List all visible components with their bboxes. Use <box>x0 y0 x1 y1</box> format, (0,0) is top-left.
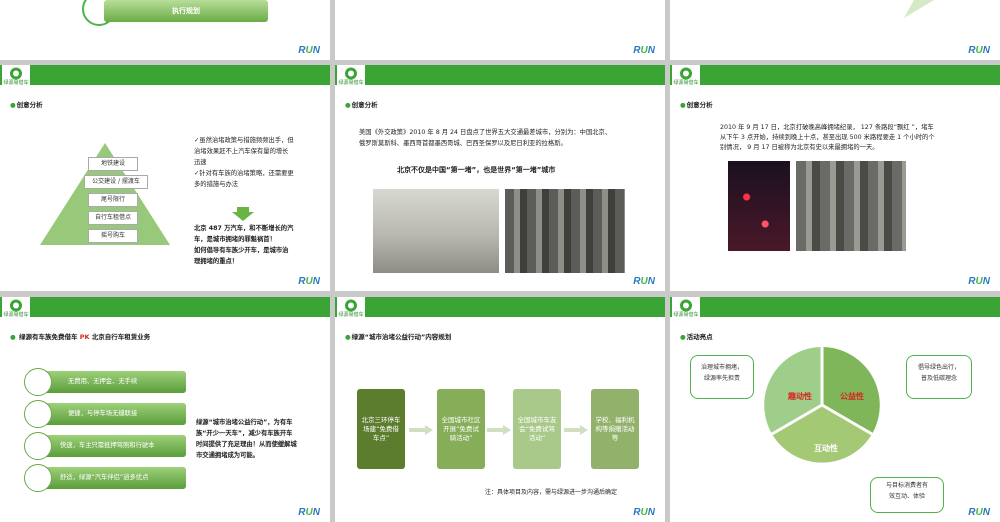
slide-thumbnail-6[interactable]: 绿源易借车 创意分析 2010 年 9 月 17 日，北京打破晚高峰拥堵纪录， … <box>670 65 1000 291</box>
callout-2: 倡导绿色出行， 普及低碳理念 <box>906 355 972 399</box>
feature-bar: 无费用、无押金、无手续 <box>24 368 186 396</box>
arrow-icon <box>409 425 433 435</box>
callout-1: 治理城市拥堵， 绿源率先担责 <box>690 355 754 399</box>
slide-thumbnail-5[interactable]: 绿源易借车 创意分析 美国《外交政策》2010 年 8 月 24 日盘点了世界五… <box>335 65 665 291</box>
section-title: 创意分析 <box>345 99 378 109</box>
segment-label: 公益性 <box>840 392 864 401</box>
arrow-icon <box>487 425 511 435</box>
run-logo: RUN <box>633 45 655 56</box>
slide-thumbnail-3[interactable]: RUN <box>670 0 1000 60</box>
lvyuan-logo: 绿源易借车 <box>2 65 30 91</box>
plan-box-4: 学校、福利机构等捐赠活动等 <box>591 389 639 469</box>
run-logo: RUN <box>298 45 320 56</box>
clover-icon <box>10 299 22 312</box>
feature-bar: 便捷，与停车场无缝联接 <box>24 400 186 428</box>
slide-thumbnail-4[interactable]: 绿源易借车 创意分析 地铁建设 公交建设 / 摆渡车 尾号限行 自行车租借点 摇… <box>0 65 330 291</box>
run-logo: RUN <box>968 45 990 56</box>
traffic-jam-photo <box>505 189 625 273</box>
run-logo: RUN <box>968 507 990 518</box>
segment-label: 趣动性 <box>788 392 812 401</box>
pyramid-item: 尾号限行 <box>88 193 138 207</box>
feature-bar: 舒适，绿源“汽车伴侣”逍多优点 <box>24 464 186 492</box>
section-title: 绿源有车族免费借车 PK 北京自行车租赁业务 <box>10 331 150 341</box>
section-title: 创意分析 <box>680 99 713 109</box>
segment-label: 互动性 <box>814 444 838 453</box>
headline: 北京不仅是中国“第一堵”，也是世界“第一堵”城市 <box>397 166 556 174</box>
intro-paragraph: 美国《外交政策》2010 年 8 月 24 日盘点了世界五大交通最差城市，分别为… <box>359 129 612 147</box>
traffic-jam-photo <box>796 161 906 251</box>
run-logo: RUN <box>298 507 320 518</box>
plan-button[interactable]: 执行规划 <box>104 0 268 22</box>
down-arrow-icon <box>232 207 254 221</box>
slide-thumbnail-1[interactable]: 执行规划 RUN <box>0 0 330 60</box>
pyramid-item: 地铁建设 <box>88 157 138 171</box>
clover-icon <box>24 432 52 460</box>
lvyuan-logo: 绿源易借车 <box>672 297 700 323</box>
green-header-bar <box>0 297 330 317</box>
clover-icon <box>24 400 52 428</box>
green-header-bar <box>0 65 330 85</box>
arrow-icon <box>564 425 588 435</box>
plan-box-3: 全国城市车友会“免费试驾活动” <box>513 389 561 469</box>
plan-box-1: 北京三环停车场建“免费借车点” <box>357 389 405 469</box>
lvyuan-logo: 绿源易借车 <box>337 297 365 323</box>
clover-icon <box>10 67 22 80</box>
intro-paragraph: 2010 年 9 月 17 日，北京打破晚高峰拥堵纪录， 127 条路段“飘红 … <box>720 124 935 151</box>
pyramid-item: 自行车租借点 <box>88 211 138 225</box>
run-logo: RUN <box>298 276 320 287</box>
slide-thumbnail-7[interactable]: 绿源易借车 绿源有车族免费借车 PK 北京自行车租赁业务 无费用、无押金、无手续… <box>0 297 330 522</box>
conclusion-text: 北京 487 万汽车，和不断增长的汽 车，是城市拥堵的罪魁祸首！ 如何倡导有车族少开… <box>194 225 294 265</box>
slide-thumbnail-9[interactable]: 绿源易借车 活动亮点 趣动性 公益性 互动性 治理城市拥堵，绿源率先担责 倡导绿… <box>670 297 1000 522</box>
summary-text: 绿源“城市治堵公益行动”，为有车 族“开少一天车”，减少有车族开车 时间提供了充足理… <box>196 419 297 459</box>
pyramid-item: 公交建设 / 摆渡车 <box>84 175 148 189</box>
green-header-bar <box>335 65 665 85</box>
clover-icon <box>345 299 357 312</box>
section-title: 绿源“城市治堵公益行动”内容规划 <box>345 331 452 341</box>
smog-city-photo <box>373 189 499 273</box>
night-traffic-photo <box>728 161 790 251</box>
green-header-bar <box>670 65 1000 85</box>
run-logo: RUN <box>968 276 990 287</box>
clover-icon <box>24 368 52 396</box>
lvyuan-logo: 绿源易借车 <box>672 65 700 91</box>
bullet-list: ✓虽然治堵政策与措施频频出手，但 治堵效果赶不上汽车保有量的增长 迅速 ✓针对有车族的… <box>194 137 294 188</box>
green-header-bar <box>335 297 665 317</box>
lvyuan-logo: 绿源易借车 <box>2 297 30 323</box>
section-title: 创意分析 <box>10 99 43 109</box>
clover-icon <box>680 299 692 312</box>
run-logo: RUN <box>633 507 655 518</box>
feature-bar: 快速，车主只需抵押驾照和行驶本 <box>24 432 186 460</box>
clover-icon <box>345 67 357 80</box>
clover-icon <box>24 464 52 492</box>
lvyuan-logo: 绿源易借车 <box>337 65 365 91</box>
green-header-bar <box>670 297 1000 317</box>
section-title: 活动亮点 <box>680 331 713 341</box>
footnote: 注：具体项目及内容，需与绿源进一步沟通后确定 <box>485 489 618 496</box>
triangle-shape <box>904 0 934 18</box>
plan-box-2: 全国城市社区开展“免费试骑活动” <box>437 389 485 469</box>
run-logo: RUN <box>633 276 655 287</box>
slide-thumbnail-8[interactable]: 绿源易借车 绿源“城市治堵公益行动”内容规划 北京三环停车场建“免费借车点” 全… <box>335 297 665 522</box>
pyramid-item: 摇号购车 <box>88 229 138 243</box>
slide-thumbnail-2[interactable]: RUN <box>335 0 665 60</box>
callout-3: 与目标消费者有 效互动、体验 <box>870 477 944 513</box>
clover-icon <box>680 67 692 80</box>
